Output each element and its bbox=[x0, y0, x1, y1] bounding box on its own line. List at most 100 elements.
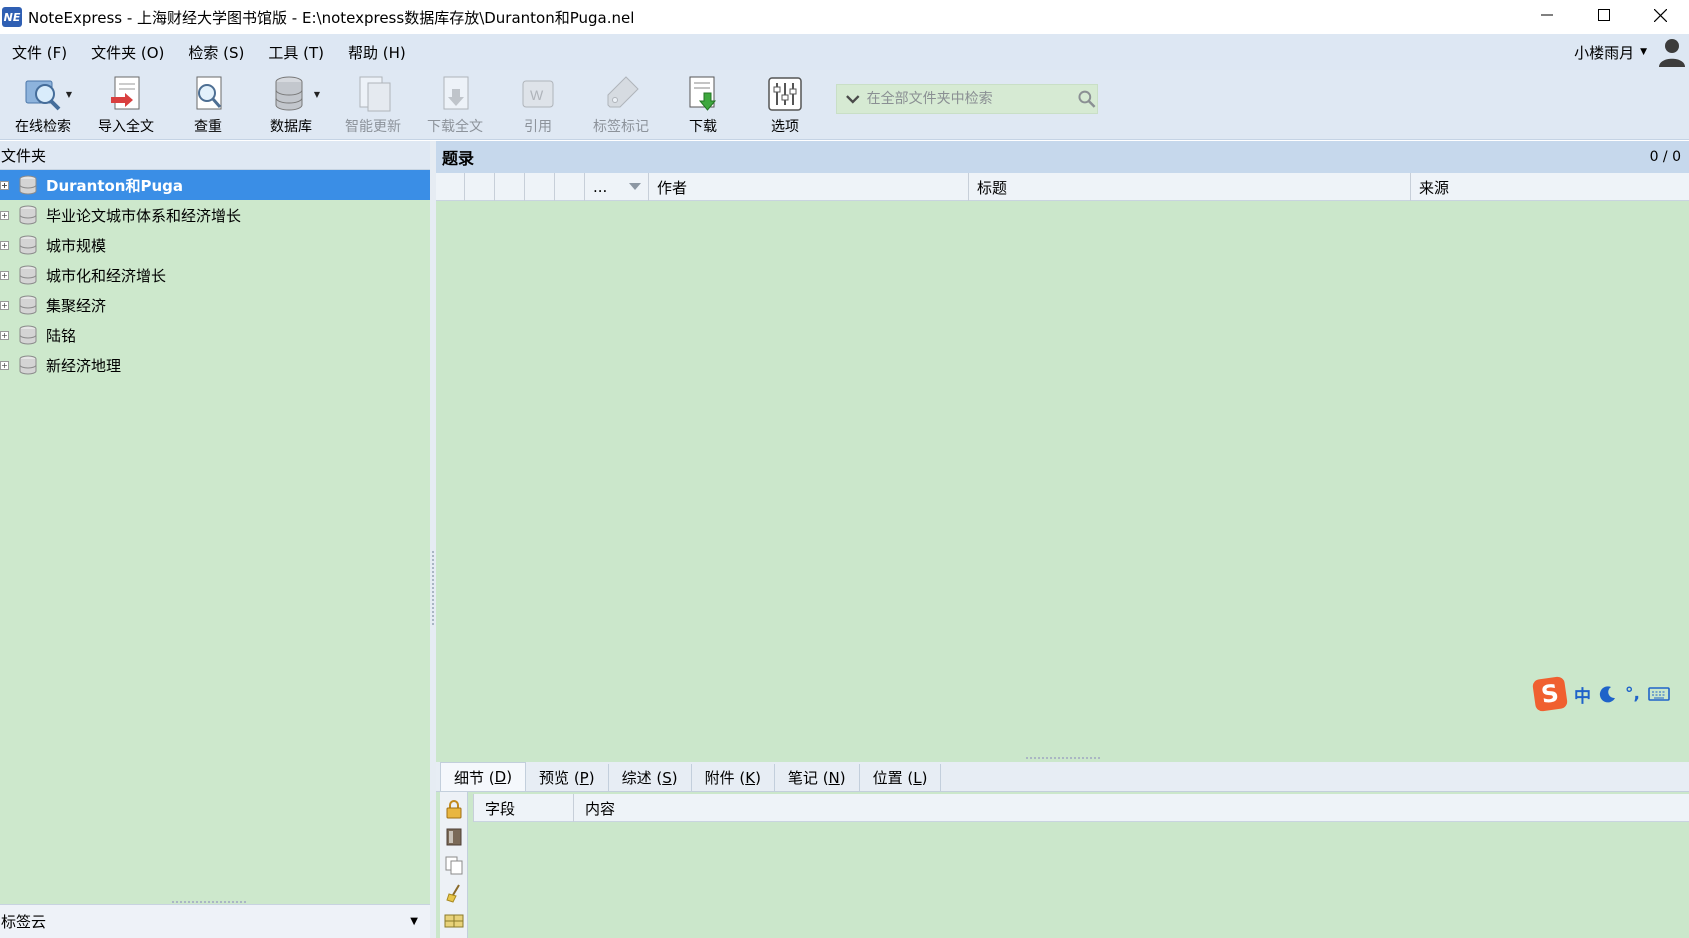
smart-update-button[interactable]: 智能更新 bbox=[334, 74, 412, 138]
avatar[interactable] bbox=[1657, 37, 1687, 67]
fields-button[interactable] bbox=[443, 910, 465, 932]
detail-side-toolbar bbox=[440, 792, 468, 938]
tab-label: 预览 ( bbox=[539, 769, 580, 787]
tree-item-lu-ming[interactable]: + 陆铭 bbox=[0, 320, 430, 350]
tree-item-city-size[interactable]: + 城市规模 bbox=[0, 230, 430, 260]
expand-icon[interactable]: + bbox=[0, 300, 9, 310]
maximize-button[interactable] bbox=[1575, 0, 1632, 30]
tree-item-agglomeration[interactable]: + 集聚经济 bbox=[0, 290, 430, 320]
database-small-icon bbox=[19, 355, 37, 375]
user-menu[interactable]: 小楼雨月 ▼ bbox=[1574, 34, 1689, 70]
column-author[interactable]: 作者 bbox=[648, 173, 968, 201]
column-attachment[interactable] bbox=[494, 173, 524, 201]
keyboard-icon[interactable] bbox=[1648, 686, 1670, 702]
menu-tools[interactable]: 工具 (T) bbox=[256, 42, 336, 63]
sogou-logo-icon[interactable]: S bbox=[1531, 675, 1569, 713]
tag-cloud-bar[interactable]: 标签云 ▼ bbox=[0, 904, 430, 938]
tab-location[interactable]: 位置 (L) bbox=[860, 764, 942, 791]
column-content[interactable]: 内容 bbox=[573, 794, 1689, 822]
column-read[interactable] bbox=[554, 173, 584, 201]
search-scope-dropdown-icon[interactable] bbox=[843, 89, 863, 109]
expand-icon[interactable]: + bbox=[0, 270, 9, 280]
tag-mark-label: 标签标记 bbox=[593, 119, 649, 135]
column-source[interactable]: 来源 bbox=[1410, 173, 1689, 201]
copy-button[interactable] bbox=[443, 854, 465, 876]
splitter-grip[interactable] bbox=[432, 551, 434, 625]
tree-item-thesis[interactable]: + 毕业论文城市体系和经济增长 bbox=[0, 200, 430, 230]
chevron-down-icon[interactable]: ▼ bbox=[410, 916, 418, 927]
download-fulltext-button[interactable]: 下载全文 bbox=[416, 74, 494, 138]
column-content-label: 内容 bbox=[585, 799, 616, 818]
punctuation-toggle[interactable]: °, bbox=[1625, 684, 1640, 704]
tag-mark-button[interactable]: 标签标记 bbox=[582, 74, 660, 138]
ime-toolbar[interactable]: S 中 °, bbox=[1531, 675, 1689, 713]
database-button[interactable]: ▼ 数据库 bbox=[252, 74, 330, 138]
tab-preview[interactable]: 预览 (P) bbox=[526, 764, 609, 791]
expand-icon[interactable]: + bbox=[0, 330, 9, 340]
dedupe-label: 查重 bbox=[194, 119, 222, 135]
records-count: 0 / 0 bbox=[1649, 149, 1681, 165]
records-column-header: ... 作者 标题 来源 bbox=[436, 173, 1689, 201]
tab-attachments[interactable]: 附件 (K) bbox=[692, 764, 775, 791]
expand-icon[interactable]: + bbox=[0, 360, 9, 370]
minimize-button[interactable] bbox=[1518, 0, 1575, 30]
column-title[interactable]: 标题 bbox=[968, 173, 1410, 201]
book-button[interactable] bbox=[443, 826, 465, 848]
menu-file[interactable]: 文件 (F) bbox=[0, 42, 79, 63]
search-icon[interactable] bbox=[1077, 89, 1097, 109]
tag-cloud-label: 标签云 bbox=[1, 913, 47, 931]
tab-label-end: ) bbox=[671, 768, 678, 787]
tab-label-end: ) bbox=[921, 768, 928, 787]
ime-language-toggle[interactable]: 中 bbox=[1574, 682, 1591, 707]
download-button[interactable]: 下载 bbox=[664, 74, 742, 138]
smart-update-icon bbox=[354, 74, 392, 114]
database-small-icon bbox=[19, 325, 37, 345]
expand-icon[interactable]: + bbox=[0, 210, 9, 220]
options-button[interactable]: 选项 bbox=[746, 74, 824, 138]
expand-icon[interactable]: + bbox=[0, 180, 9, 190]
close-button[interactable] bbox=[1632, 0, 1689, 30]
broom-icon bbox=[446, 884, 460, 903]
column-field[interactable]: 字段 bbox=[473, 794, 573, 822]
cite-icon: W bbox=[519, 74, 557, 114]
tab-label-end: ) bbox=[588, 768, 595, 787]
tab-summary[interactable]: 综述 (S) bbox=[609, 764, 692, 791]
download-label: 下载 bbox=[689, 119, 717, 135]
search-input[interactable] bbox=[866, 86, 1058, 112]
tree-item-label: 毕业论文城市体系和经济增长 bbox=[46, 206, 242, 225]
user-dropdown-icon[interactable]: ▼ bbox=[1640, 47, 1647, 57]
tab-details[interactable]: 细节 (D) bbox=[440, 762, 527, 791]
import-fulltext-button[interactable]: 导入全文 bbox=[87, 74, 165, 138]
column-flag[interactable] bbox=[464, 173, 494, 201]
menu-search[interactable]: 检索 (S) bbox=[176, 42, 256, 63]
options-icon bbox=[766, 74, 804, 114]
cite-button[interactable]: W 引用 bbox=[499, 74, 577, 138]
dedupe-icon bbox=[189, 74, 227, 114]
lock-button[interactable] bbox=[443, 798, 465, 820]
user-name[interactable]: 小楼雨月 bbox=[1574, 42, 1634, 63]
download-fulltext-label: 下载全文 bbox=[427, 119, 483, 135]
lock-icon bbox=[446, 800, 462, 819]
tree-item-new-economic-geography[interactable]: + 新经济地理 bbox=[0, 350, 430, 380]
grid-icon bbox=[444, 914, 464, 928]
tab-hotkey: L bbox=[913, 768, 922, 787]
tab-notes[interactable]: 笔记 (N) bbox=[775, 764, 860, 791]
moon-icon[interactable] bbox=[1599, 685, 1617, 703]
clear-button[interactable] bbox=[443, 882, 465, 904]
menu-folder[interactable]: 文件夹 (O) bbox=[79, 42, 176, 63]
folder-search-box bbox=[836, 84, 1098, 114]
column-more[interactable]: ... bbox=[584, 173, 648, 201]
tree-item-urbanization[interactable]: + 城市化和经济增长 bbox=[0, 260, 430, 290]
column-note[interactable] bbox=[524, 173, 554, 201]
menu-help[interactable]: 帮助 (H) bbox=[336, 42, 418, 63]
online-search-button[interactable]: ▼ 在线检索 bbox=[4, 74, 82, 138]
import-fulltext-label: 导入全文 bbox=[98, 119, 154, 135]
copy-icon bbox=[445, 856, 463, 875]
detail-panel: 字段 内容 bbox=[436, 792, 1689, 938]
tree-item-duranton-puga[interactable]: + Duranton和Puga bbox=[0, 170, 430, 200]
detail-column-header: 字段 内容 bbox=[473, 794, 1689, 822]
horizontal-splitter-grip[interactable] bbox=[1026, 757, 1100, 760]
dedupe-button[interactable]: 查重 bbox=[169, 74, 247, 138]
app-logo-icon: NE bbox=[2, 7, 22, 27]
expand-icon[interactable]: + bbox=[0, 240, 9, 250]
